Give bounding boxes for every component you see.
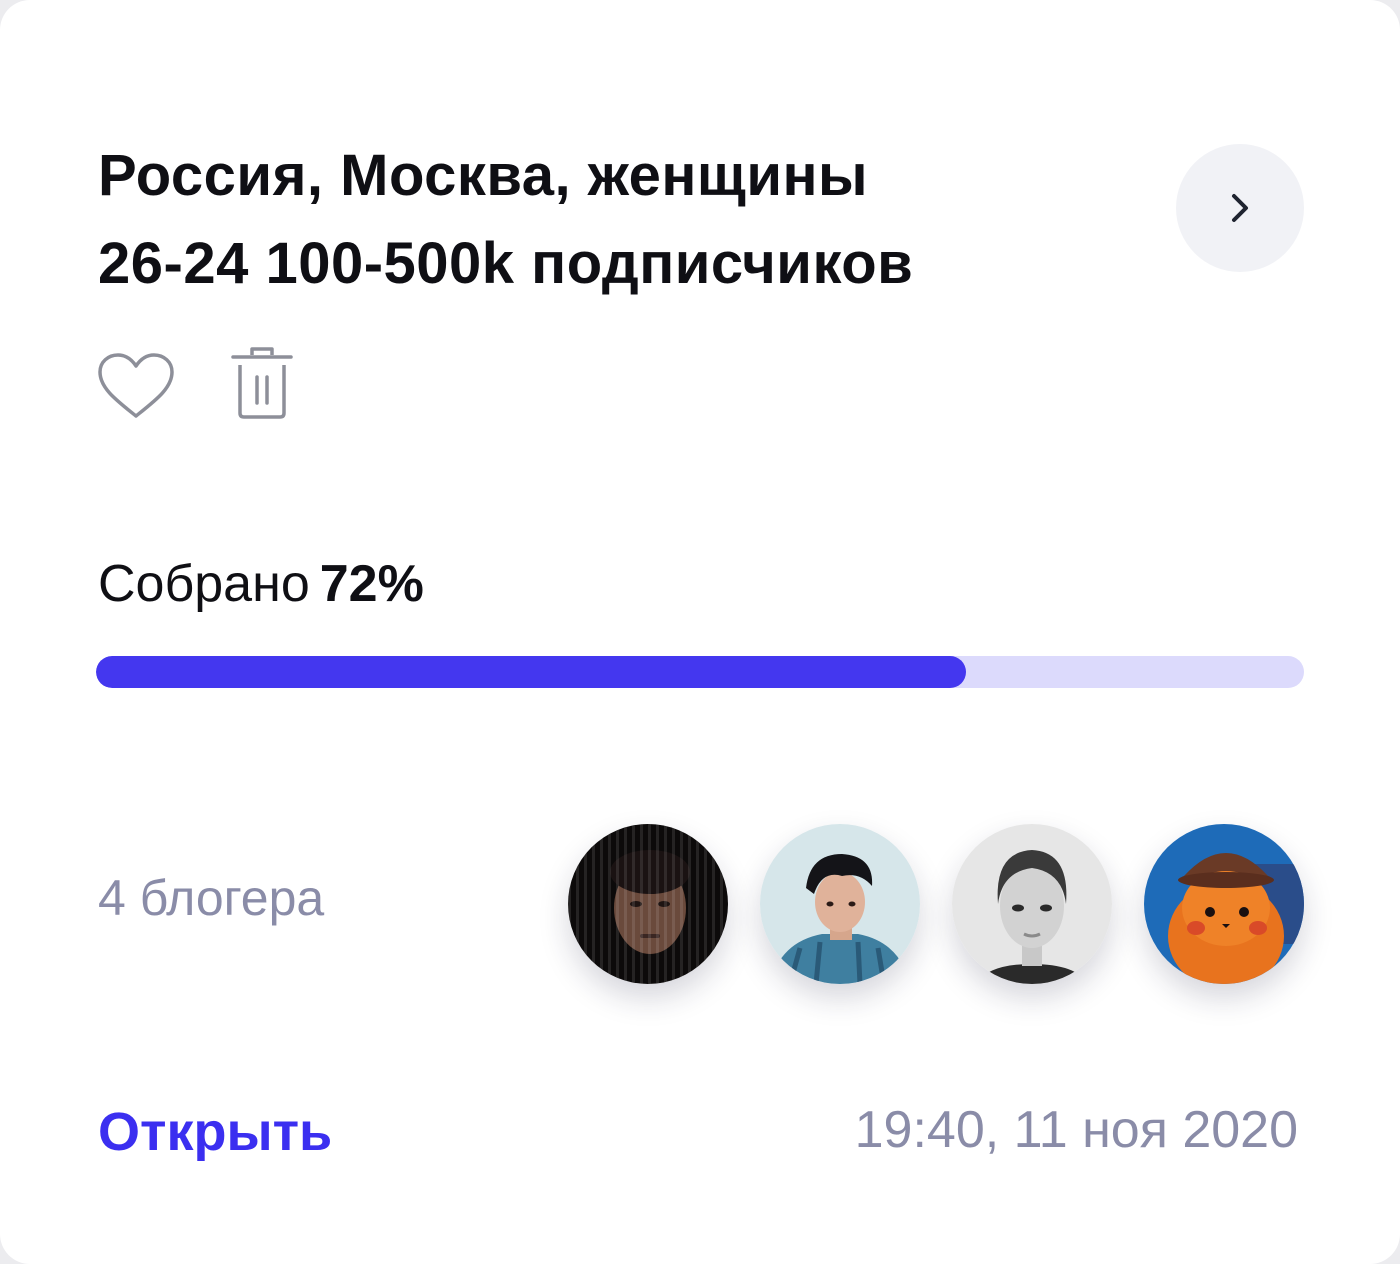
progress-percent: 72%: [319, 555, 424, 613]
title-line-1: Россия, Москва, женщины: [98, 143, 869, 208]
bloggers-count: 4 блогера: [98, 870, 325, 926]
blogger-avatar-2[interactable]: [760, 824, 920, 984]
delete-button[interactable]: [230, 345, 294, 421]
collection-title: Россия, Москва, женщины 26-24 100-500k п…: [98, 132, 1138, 308]
collection-card: Россия, Москва, женщины 26-24 100-500k п…: [0, 0, 1400, 1264]
progress-bar-fill: [96, 656, 966, 688]
chevron-right-icon: [1232, 194, 1248, 222]
progress-label-text: Собрано: [98, 555, 310, 613]
blogger-avatar-1[interactable]: [568, 824, 728, 984]
blogger-avatar-3[interactable]: [952, 824, 1112, 984]
heart-icon: [98, 353, 174, 418]
progress-bar: [96, 656, 1304, 688]
progress-label: Собрано 72%: [98, 552, 424, 616]
blogger-avatar-4[interactable]: [1144, 824, 1304, 984]
favorite-button[interactable]: [96, 352, 176, 422]
trash-icon: [231, 347, 293, 419]
timestamp: 19:40, 11 ноя 2020: [854, 1101, 1298, 1159]
open-link[interactable]: Открыть: [98, 1098, 332, 1166]
open-collection-button[interactable]: [1176, 144, 1304, 272]
title-line-2: 26-24 100-500k подписчиков: [98, 231, 914, 296]
